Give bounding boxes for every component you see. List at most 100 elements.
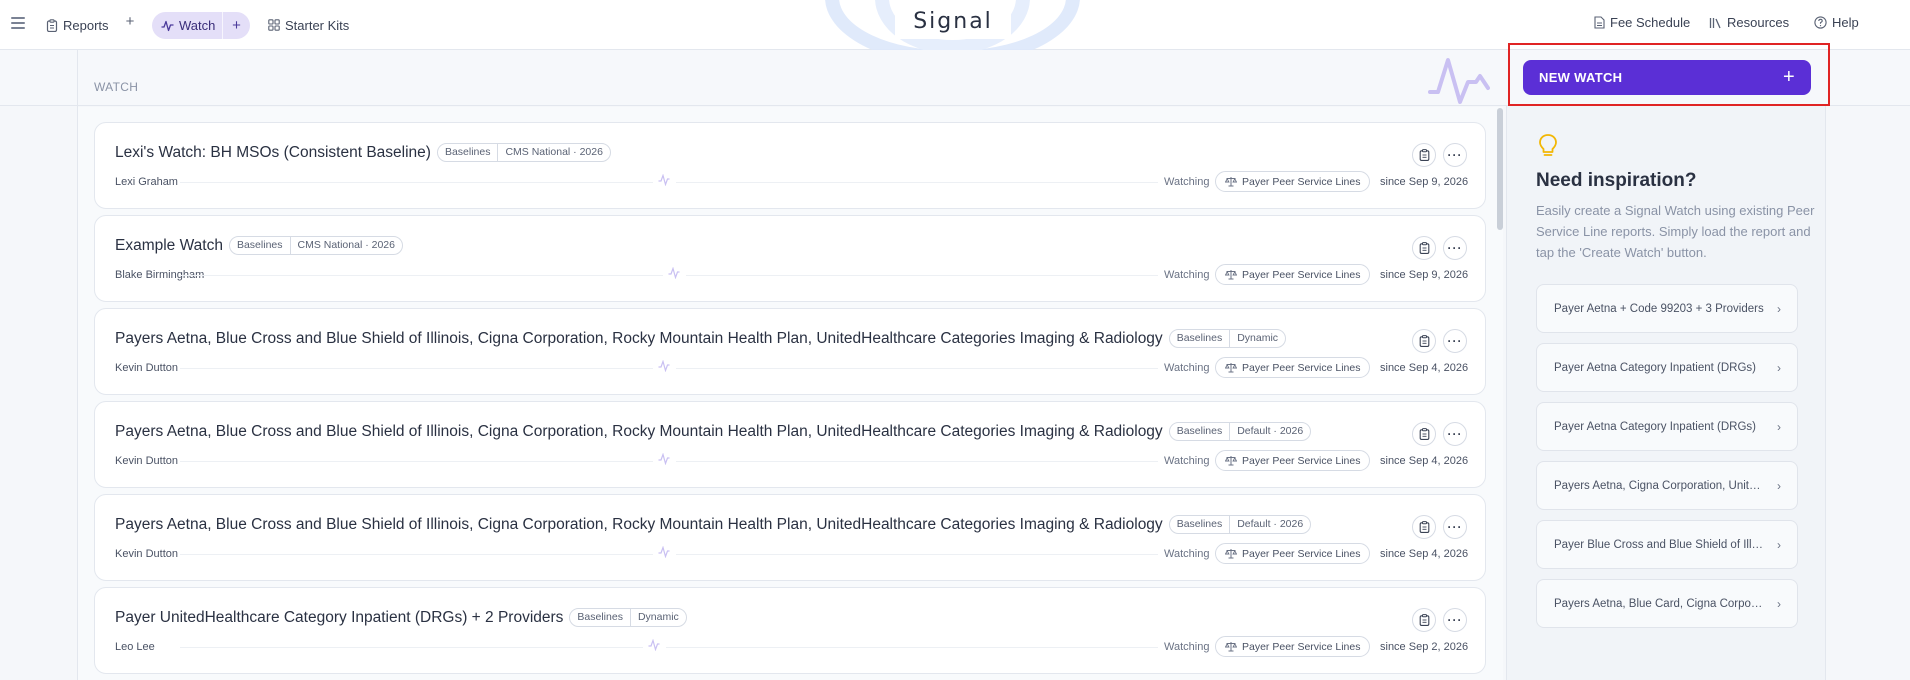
watch-owner: Leo Lee [115,641,155,653]
more-options-button[interactable]: ··· [1443,422,1467,446]
nav-starter-kits[interactable]: Starter Kits [268,15,349,35]
resources-link[interactable]: Resources [1709,15,1789,30]
watch-owner: Lexi Graham [115,176,178,188]
timeline-line [180,647,643,648]
peer-label: Payer Peer Service Lines [1242,361,1361,374]
watch-title-row: Payers Aetna, Blue Cross and Blue Shield… [115,515,1312,534]
add-watch-icon-button[interactable]: + [222,12,250,39]
watch-card[interactable]: Lexi's Watch: BH MSOs (Consistent Baseli… [94,122,1486,209]
peer-service-lines-badge[interactable]: Payer Peer Service Lines [1215,357,1371,378]
nav-watch-label: Watch [179,18,216,33]
watch-tag: Baselines [577,611,623,623]
more-options-button[interactable]: ··· [1443,608,1467,632]
inspiration-title: Need inspiration? [1536,170,1697,191]
peer-service-lines-badge[interactable]: Payer Peer Service Lines [1215,636,1371,657]
scale-icon [1225,363,1237,373]
lightbulb-icon [1539,134,1557,156]
watch-title-row: Payer UnitedHealthcare Category Inpatien… [115,608,687,627]
more-icon: ··· [1447,613,1463,627]
watch-status: Watching [1164,641,1210,653]
watch-title[interactable]: Payer UnitedHealthcare Category Inpatien… [115,609,563,627]
watch-tag: CMS National · 2026 [289,237,402,254]
clipboard-button[interactable] [1412,236,1436,260]
nav-watch[interactable]: Watch + [152,12,250,39]
fee-schedule-label: Fee Schedule [1610,15,1691,30]
clipboard-button[interactable] [1412,329,1436,353]
watch-title[interactable]: Example Watch [115,237,223,255]
watch-title[interactable]: Lexi's Watch: BH MSOs (Consistent Baseli… [115,144,431,162]
watch-title[interactable]: Payers Aetna, Blue Cross and Blue Shield… [115,330,1163,348]
watch-status: Watching [1164,176,1210,188]
scale-icon [1225,642,1237,652]
timeline-line [676,554,1158,555]
menu-icon[interactable] [11,17,25,29]
more-icon: ··· [1447,334,1463,348]
pulse-icon [668,267,680,279]
clipboard-icon [46,18,58,32]
more-icon: ··· [1447,520,1463,534]
suggestion-item[interactable]: Payer Blue Cross and Blue Shield of Illi… [1536,520,1798,569]
watch-title[interactable]: Payers Aetna, Blue Cross and Blue Shield… [115,516,1163,534]
peer-service-lines-badge[interactable]: Payer Peer Service Lines [1215,264,1371,285]
clipboard-button[interactable] [1412,515,1436,539]
peer-service-lines-badge[interactable]: Payer Peer Service Lines [1215,450,1371,471]
timeline-line [180,368,653,369]
more-options-button[interactable]: ··· [1443,143,1467,167]
watch-tag: Dynamic [629,609,686,626]
more-icon: ··· [1447,241,1463,255]
watch-owner: Kevin Dutton [115,455,178,467]
peer-service-lines-badge[interactable]: Payer Peer Service Lines [1215,171,1371,192]
new-watch-button[interactable]: NEW WATCH + [1523,60,1811,95]
watch-card[interactable]: Payers Aetna, Blue Cross and Blue Shield… [94,308,1486,395]
clipboard-icon [1419,335,1429,347]
nav-reports[interactable]: Reports [46,15,109,35]
fee-schedule-link[interactable]: Fee Schedule [1594,15,1690,30]
timeline-line [180,461,653,462]
timeline-line [180,554,653,555]
watch-tag: Baselines [1176,518,1223,530]
pulse-icon [658,174,670,186]
more-icon: ··· [1447,148,1463,162]
clipboard-button[interactable] [1412,608,1436,632]
more-options-button[interactable]: ··· [1443,515,1467,539]
more-options-button[interactable]: ··· [1443,329,1467,353]
watch-tags: Baselines Default · 2026 [1168,515,1312,534]
help-label: Help [1832,15,1859,30]
more-icon: ··· [1447,427,1463,441]
clipboard-button[interactable] [1412,143,1436,167]
peer-service-lines-badge[interactable]: Payer Peer Service Lines [1215,543,1371,564]
suggestion-item[interactable]: Payer Aetna Category Inpatient (DRGs) › [1536,343,1798,392]
watch-card[interactable]: Example Watch Baselines CMS National · 202… [94,215,1486,302]
scale-icon [1225,456,1237,466]
clipboard-icon [1419,149,1429,161]
watch-card[interactable]: Payers Aetna, Blue Cross and Blue Shield… [94,494,1486,581]
more-options-button[interactable]: ··· [1443,236,1467,260]
scale-icon [1225,549,1237,559]
app-logo[interactable]: Signal [895,9,1011,39]
watch-since: since Sep 9, 2026 [1380,176,1469,188]
watch-tags: Baselines Dynamic [569,608,687,627]
timeline-line [686,275,1158,276]
clipboard-button[interactable] [1412,422,1436,446]
section-label: WATCH [94,80,139,94]
add-report-button[interactable]: + [121,13,139,30]
timeline-line [666,647,1158,648]
chevron-right-icon: › [1777,301,1781,316]
watch-since: since Sep 4, 2026 [1380,548,1469,560]
suggestion-item[interactable]: Payers Aetna, Cigna Corporation, UnitedH… [1536,461,1798,510]
watch-title[interactable]: Payers Aetna, Blue Cross and Blue Shield… [115,423,1163,441]
watch-title-row: Payers Aetna, Blue Cross and Blue Shield… [115,422,1312,441]
watch-tags: Baselines Default · 2026 [1168,422,1312,441]
suggestion-item[interactable]: Payers Aetna, Blue Card, Cigna Corporati… [1536,579,1798,628]
watch-card[interactable]: Payer UnitedHealthcare Category Inpatien… [94,587,1486,674]
help-link[interactable]: Help [1814,15,1859,30]
suggestion-item[interactable]: Payer Aetna + Code 99203 + 3 Providers › [1536,284,1798,333]
watch-title-row: Lexi's Watch: BH MSOs (Consistent Baseli… [115,143,611,162]
suggestion-label: Payers Aetna, Cigna Corporation, UnitedH… [1554,479,1764,492]
grid-icon [268,19,280,31]
watch-status: Watching [1164,548,1210,560]
chevron-right-icon: › [1777,419,1781,434]
suggestion-item[interactable]: Payer Aetna Category Inpatient (DRGs) › [1536,402,1798,451]
list-scrollbar[interactable] [1497,108,1503,230]
watch-card[interactable]: Payers Aetna, Blue Cross and Blue Shield… [94,401,1486,488]
